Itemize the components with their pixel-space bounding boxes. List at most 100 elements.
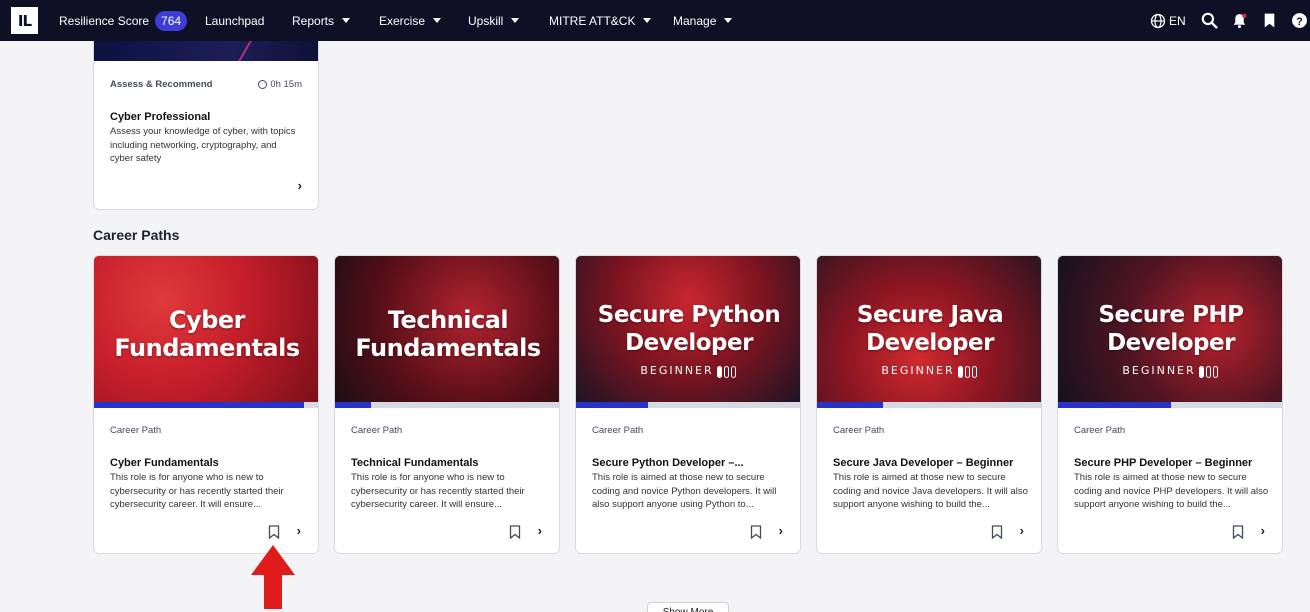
career-path-category: Career Path [1074, 425, 1126, 436]
duration-text: 0h 15m [270, 79, 302, 90]
assessment-card-cyber-professional[interactable]: Assess & Recommend 0h 15m Cyber Professi… [93, 41, 319, 210]
career-path-progress-bar [817, 402, 1041, 408]
assessment-title: Cyber Professional [110, 111, 211, 123]
career-path-progress-fill [335, 402, 372, 408]
bookmark-outline-icon[interactable] [268, 525, 280, 539]
nav-mitre-attack[interactable]: MITRE ATT&CK [549, 0, 652, 41]
career-path-art-title-line1: Secure PHP [1098, 302, 1244, 328]
career-path-art-title-line1: Secure Python [597, 302, 781, 328]
career-path-category: Career Path [592, 425, 644, 436]
nav-upskill[interactable]: Upskill [468, 0, 520, 41]
career-path-progress-fill [576, 402, 649, 408]
career-path-art-title-line1: Cyber [168, 306, 246, 334]
chevron-right-icon[interactable]: › [297, 523, 301, 538]
assessment-card-image [94, 41, 318, 61]
bookmark-icon[interactable] [1259, 10, 1279, 30]
nav-upskill-label: Upskill [468, 13, 504, 28]
career-path-image-background [1058, 256, 1282, 402]
career-path-card[interactable]: Secure PHP Developer BEGINNER Career Path Se… [1057, 255, 1283, 554]
career-path-art-level: BEGINNER [1058, 364, 1282, 378]
career-path-title: Secure Java Developer – Beginner [833, 457, 1014, 469]
search-icon[interactable] [1199, 10, 1219, 30]
annotation-arrow-icon [251, 545, 295, 609]
career-path-category: Career Path [110, 425, 162, 436]
career-path-card[interactable]: Cyber Fundamentals Career Path Cyber Fundam… [93, 255, 319, 554]
app-logo[interactable]: IL [11, 7, 38, 34]
nav-launchpad[interactable]: Launchpad [205, 0, 264, 41]
nav-manage-label: Manage [673, 13, 717, 28]
clock-icon [258, 80, 268, 89]
career-path-title: Secure Python Developer –... [592, 457, 744, 469]
chevron-down-icon [643, 18, 652, 23]
chevron-down-icon [433, 18, 442, 23]
career-path-image: Secure PHP Developer BEGINNER [1058, 256, 1282, 402]
nav-reports[interactable]: Reports [292, 0, 351, 41]
assessment-category: Assess & Recommend [110, 79, 213, 90]
nav-exercise[interactable]: Exercise [379, 0, 442, 41]
career-path-image-background [817, 256, 1041, 402]
career-path-description: This role is aimed at those new to secur… [592, 472, 777, 510]
resilience-score-label: Resilience Score [59, 13, 150, 28]
career-path-category: Career Path [351, 425, 403, 436]
career-path-image: Technical Fundamentals [335, 256, 559, 402]
bookmark-outline-icon[interactable] [509, 525, 521, 539]
level-pips-icon [957, 365, 979, 378]
chevron-right-icon[interactable]: › [298, 178, 302, 193]
career-path-description: This role is for anyone who is new to cy… [351, 472, 525, 510]
career-path-title: Secure PHP Developer – Beginner [1074, 457, 1253, 469]
resilience-score-badge: 764 [155, 10, 188, 31]
globe-icon [1150, 13, 1166, 28]
nav-mitre-label: MITRE ATT&CK [549, 13, 636, 28]
nav-launchpad-label: Launchpad [205, 13, 265, 28]
chevron-down-icon [511, 18, 520, 23]
nav-resilience-score[interactable]: Resilience Score 764 [59, 0, 188, 41]
assessment-duration: 0h 15m [258, 79, 302, 90]
help-icon[interactable]: ? [1289, 10, 1309, 30]
career-path-art-title-line2: Fundamentals [355, 334, 541, 362]
nav-manage[interactable]: Manage [673, 0, 733, 41]
bell-icon[interactable] [1229, 10, 1249, 30]
career-path-level-text: BEGINNER [881, 364, 955, 377]
career-path-card[interactable]: Secure Java Developer BEGINNER Career Path S… [816, 255, 1042, 554]
level-pips-icon [1198, 365, 1220, 378]
career-path-description: This role is for anyone who is new to cy… [110, 472, 284, 510]
career-path-progress-fill [1058, 402, 1171, 408]
career-path-level-text: BEGINNER [640, 364, 714, 377]
career-path-image-background [576, 256, 800, 402]
career-path-art-title-line2: Developer [866, 330, 994, 356]
career-path-title: Technical Fundamentals [351, 457, 479, 469]
career-path-level-text: BEGINNER [1122, 364, 1196, 377]
career-path-image: Secure Java Developer BEGINNER [817, 256, 1041, 402]
top-navigation-bar: IL Resilience Score 764 Launchpad Report… [0, 0, 1310, 41]
nav-exercise-label: Exercise [379, 13, 426, 28]
chevron-right-icon[interactable]: › [1020, 523, 1024, 538]
bookmark-outline-icon[interactable] [750, 525, 762, 539]
career-path-card[interactable]: Secure Python Developer BEGINNER Career Pat… [575, 255, 801, 554]
language-label: EN [1169, 13, 1186, 28]
career-path-art-title-line2: Developer [625, 330, 753, 356]
level-pips-icon [716, 365, 738, 378]
svg-text:?: ? [1296, 15, 1302, 27]
career-path-progress-bar [335, 402, 559, 408]
bookmark-outline-icon[interactable] [991, 525, 1003, 539]
career-path-progress-bar [94, 402, 318, 408]
chevron-right-icon[interactable]: › [779, 523, 783, 538]
career-path-art-title-line1: Technical [387, 306, 509, 334]
nav-reports-label: Reports [292, 13, 335, 28]
bookmark-outline-icon[interactable] [1232, 525, 1244, 539]
career-path-category: Career Path [833, 425, 885, 436]
language-selector[interactable]: EN [1150, 0, 1186, 41]
career-path-art-title-line1: Secure Java [856, 302, 1004, 328]
career-path-description: This role is aimed at those new to secur… [1074, 472, 1269, 510]
career-path-art-title-line2: Fundamentals [114, 334, 300, 362]
show-more-button[interactable]: Show More [647, 602, 729, 612]
chevron-right-icon[interactable]: › [1261, 523, 1265, 538]
career-path-title: Cyber Fundamentals [110, 457, 219, 469]
chevron-right-icon[interactable]: › [538, 523, 542, 538]
chevron-down-icon [724, 18, 733, 23]
assessment-description: Assess your knowledge of cyber, with top… [110, 126, 296, 164]
career-path-progress-bar [576, 402, 800, 408]
career-path-card[interactable]: Technical Fundamentals Career Path Technica… [334, 255, 560, 554]
career-path-progress-fill [817, 402, 883, 408]
career-path-progress-fill [94, 402, 305, 408]
